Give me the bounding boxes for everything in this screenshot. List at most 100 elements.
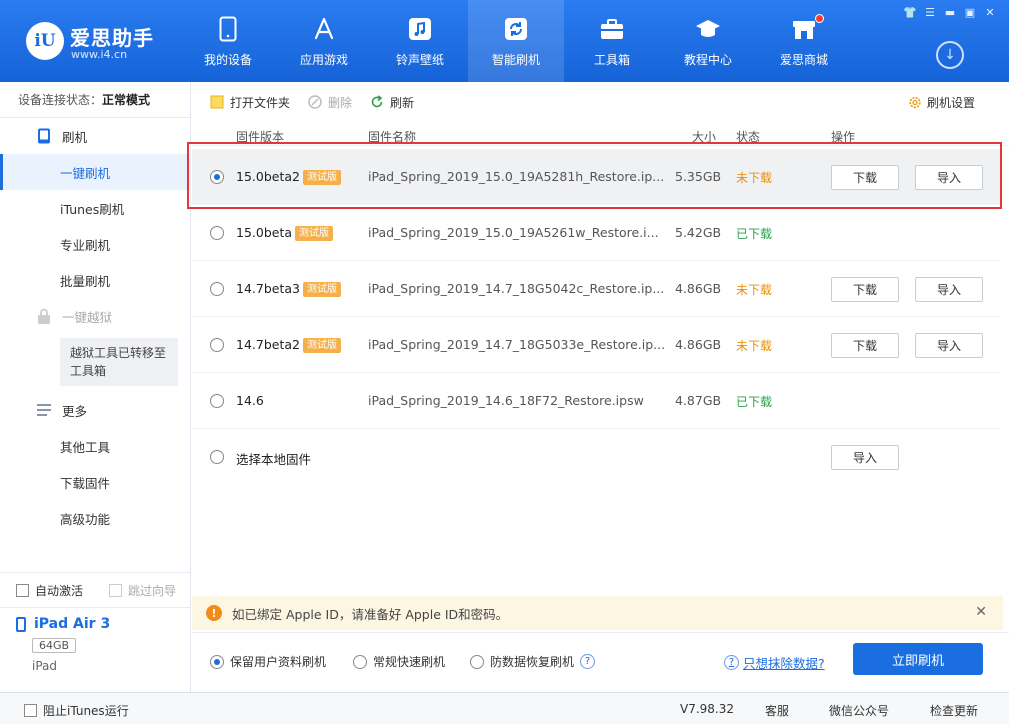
- download-button[interactable]: 下载: [831, 333, 899, 358]
- local-firmware-label: 选择本地固件: [236, 452, 312, 467]
- anti-recovery-label: 防数据恢复刷机: [490, 655, 575, 669]
- minimize-icon[interactable]: ▬: [941, 4, 959, 20]
- sidebar-item-advanced[interactable]: 高级功能: [0, 500, 190, 536]
- warning-icon: !: [206, 605, 222, 621]
- keep-data-radio[interactable]: [210, 654, 224, 669]
- option-keep-data[interactable]: 保留用户资料刷机: [210, 653, 326, 670]
- option-anti-recovery[interactable]: 防数据恢复刷机 ?: [470, 653, 596, 670]
- notice-text: 如已绑定 Apple ID，请准备好 Apple ID和密码。: [232, 606, 509, 622]
- wechat-link[interactable]: 微信公众号: [829, 702, 889, 719]
- device-type: iPad: [32, 659, 58, 673]
- table-row[interactable]: 15.0beta 测试版 iPad_Spring_2019_15.0_19A526…: [192, 205, 1000, 261]
- import-button[interactable]: 导入: [915, 277, 983, 302]
- nav-apps[interactable]: 应用游戏: [276, 0, 372, 82]
- store-icon: [790, 15, 818, 43]
- check-update-link[interactable]: 检查更新: [930, 702, 978, 719]
- open-folder-button[interactable]: 打开文件夹: [210, 94, 290, 111]
- lock-icon: [36, 308, 52, 324]
- import-button[interactable]: 导入: [915, 165, 983, 190]
- firmware-status: 未下载: [736, 171, 773, 185]
- help-icon[interactable]: ?: [580, 654, 596, 669]
- firmware-status: 已下载: [736, 227, 773, 241]
- col-status: 状态: [736, 130, 761, 144]
- firmware-radio[interactable]: [210, 226, 224, 240]
- nav-my-device[interactable]: 我的设备: [180, 0, 276, 82]
- refresh-label: 刷新: [390, 95, 415, 110]
- skip-guide-option: 跳过向导: [109, 582, 176, 599]
- sidebar-item-pro-flash[interactable]: 专业刷机: [0, 226, 190, 262]
- quick-flash-radio[interactable]: [353, 654, 367, 669]
- firmware-radio[interactable]: [210, 338, 224, 352]
- version-text: 15.0beta2: [236, 169, 300, 184]
- firmware-radio[interactable]: [210, 170, 224, 184]
- sidebar-item-one-click-flash[interactable]: 一键刷机: [0, 154, 190, 190]
- block-itunes-checkbox[interactable]: [24, 704, 37, 717]
- table-row[interactable]: 14.7beta2 测试版 iPad_Spring_2019_14.7_18G50…: [192, 317, 1000, 373]
- nav-ringtones[interactable]: 铃声壁纸: [372, 0, 468, 82]
- status-bar: 阻止iTunes运行 V7.98.32 客服 微信公众号 检查更新: [0, 692, 1009, 724]
- close-icon[interactable]: ✕: [981, 4, 999, 20]
- nav-smart-flash[interactable]: 智能刷机: [468, 0, 564, 82]
- import-button[interactable]: 导入: [915, 333, 983, 358]
- nav-label: 教程中心: [683, 52, 732, 67]
- apple-id-notice: ! 如已绑定 Apple ID，请准备好 Apple ID和密码。 ✕: [192, 596, 1003, 630]
- ipad-icon: [16, 616, 26, 632]
- local-firmware-radio[interactable]: [210, 450, 224, 464]
- sidebar-group-label: 刷机: [62, 129, 88, 145]
- table-row[interactable]: 15.0beta2 测试版 iPad_Spring_2019_15.0_19A52…: [192, 149, 1000, 205]
- firmware-size: 5.42GB: [675, 225, 722, 240]
- block-itunes-option[interactable]: 阻止iTunes运行: [24, 702, 129, 719]
- sidebar-item-other-tools[interactable]: 其他工具: [0, 428, 190, 464]
- firmware-version: 15.0beta 测试版: [236, 225, 334, 241]
- option-quick-flash[interactable]: 常规快速刷机: [353, 653, 445, 670]
- sidebar-group-more[interactable]: 更多: [0, 392, 190, 428]
- delete-button[interactable]: 删除: [308, 94, 352, 111]
- download-manager-icon[interactable]: ↓: [936, 41, 964, 69]
- auto-activate-checkbox[interactable]: [16, 583, 29, 597]
- firmware-radio[interactable]: [210, 282, 224, 296]
- download-button[interactable]: 下载: [831, 165, 899, 190]
- device-name[interactable]: iPad Air 3: [16, 616, 190, 632]
- anti-recovery-radio[interactable]: [470, 654, 484, 669]
- shirt-icon[interactable]: 👕: [901, 4, 919, 20]
- firmware-size: 4.87GB: [675, 393, 722, 408]
- nav-label: 铃声壁纸: [395, 52, 444, 67]
- device-info: iPad Air 3 64GB iPad: [0, 607, 190, 693]
- sidebar-item-itunes-flash[interactable]: iTunes刷机: [0, 190, 190, 226]
- graduation-cap-icon: [694, 15, 722, 43]
- erase-data-link[interactable]: ? 只想抹除数据?: [724, 653, 825, 672]
- firmware-size: 4.86GB: [675, 337, 722, 352]
- menu-icon[interactable]: ☰: [921, 4, 939, 20]
- firmware-status: 已下载: [736, 395, 773, 409]
- import-local-button[interactable]: 导入: [831, 445, 899, 470]
- refresh-icon: [370, 95, 384, 109]
- download-button[interactable]: 下载: [831, 277, 899, 302]
- jailbreak-moved-note: 越狱工具已转移至工具箱: [60, 338, 178, 386]
- firmware-radio[interactable]: [210, 394, 224, 408]
- close-icon[interactable]: ✕: [975, 604, 987, 620]
- sidebar-group-label: 一键越狱: [62, 309, 113, 325]
- col-name: 固件名称: [368, 130, 417, 144]
- flash-now-button[interactable]: 立即刷机: [853, 643, 983, 675]
- nav-store[interactable]: 爱思商城: [756, 0, 852, 82]
- version-text: 14.7beta3: [236, 281, 300, 296]
- refresh-button[interactable]: 刷新: [370, 94, 414, 111]
- firmware-name: iPad_Spring_2019_15.0_19A5281h_Restore.i…: [368, 169, 665, 184]
- flash-settings-button[interactable]: 刷机设置: [908, 94, 975, 111]
- app-logo: iU: [26, 22, 64, 60]
- customer-service-link[interactable]: 客服: [765, 702, 789, 719]
- main-nav: 我的设备 应用游戏 铃声壁纸 智能刷机 工具箱 教程中心 爱思商城: [180, 0, 852, 82]
- nav-tutorials[interactable]: 教程中心: [660, 0, 756, 82]
- nav-label: 我的设备: [203, 52, 252, 67]
- table-row[interactable]: 14.6 iPad_Spring_2019_14.6_18F72_Restore…: [192, 373, 1000, 429]
- nav-toolbox[interactable]: 工具箱: [564, 0, 660, 82]
- firmware-name: iPad_Spring_2019_15.0_19A5261w_Restore.i…: [368, 225, 659, 240]
- sidebar-item-download-firmware[interactable]: 下载固件: [0, 464, 190, 500]
- table-row[interactable]: 14.7beta3 测试版 iPad_Spring_2019_14.7_18G50…: [192, 261, 1000, 317]
- firmware-version: 15.0beta2 测试版: [236, 169, 341, 185]
- firmware-version: 14.6: [236, 393, 264, 408]
- local-firmware-row[interactable]: 选择本地固件 导入: [192, 429, 1000, 485]
- maximize-icon[interactable]: ▣: [961, 4, 979, 20]
- sidebar-group-flash[interactable]: 刷机: [0, 118, 190, 154]
- sidebar-item-batch-flash[interactable]: 批量刷机: [0, 262, 190, 298]
